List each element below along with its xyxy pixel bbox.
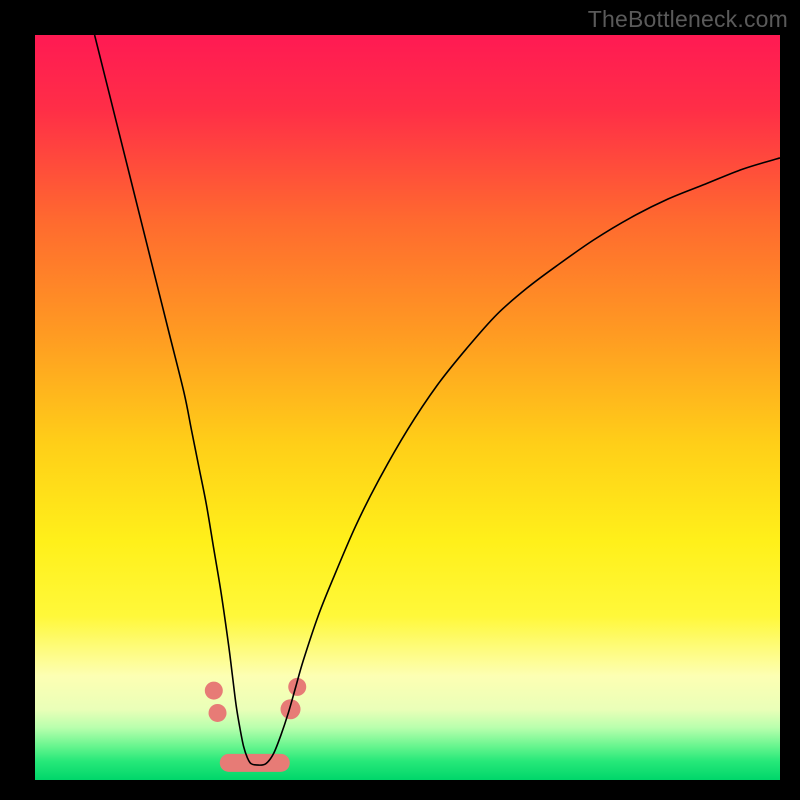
watermark-text: TheBottleneck.com — [588, 6, 788, 33]
marker-dot — [205, 682, 223, 700]
bottleneck-curve — [95, 35, 780, 765]
marker-stadium — [220, 754, 290, 772]
marker-dot — [209, 704, 227, 722]
plot-area — [35, 35, 780, 780]
chart-root: TheBottleneck.com — [0, 0, 800, 800]
markers-group — [205, 678, 306, 772]
curve-layer — [35, 35, 780, 780]
marker-dot — [281, 699, 301, 719]
